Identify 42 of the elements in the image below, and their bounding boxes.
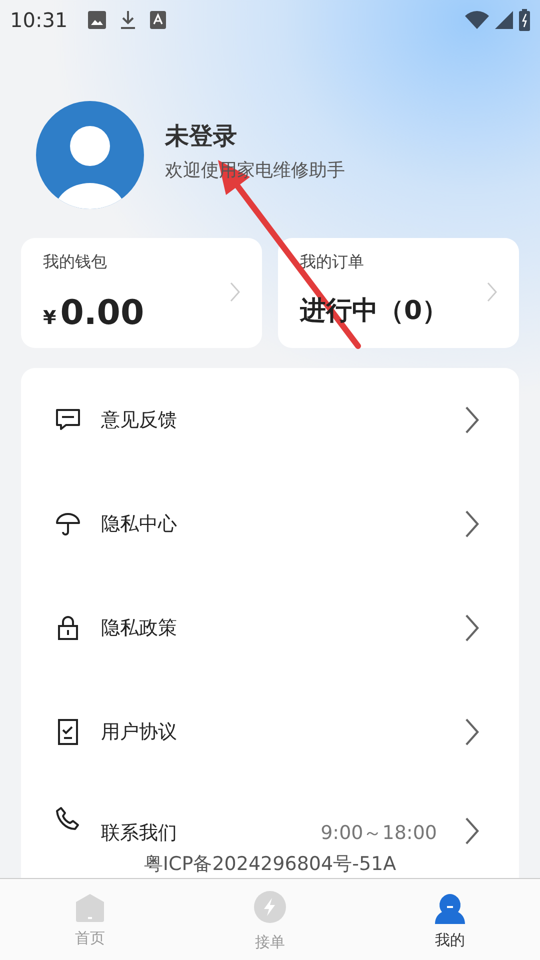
chevron-icon bbox=[465, 405, 479, 435]
person-icon bbox=[435, 893, 465, 925]
menu-item[interactable]: 联系我们 9:00～18:00 bbox=[21, 784, 519, 850]
menu-item[interactable]: 用户协议 bbox=[21, 680, 519, 784]
avatar-icon[interactable] bbox=[36, 101, 144, 209]
chevron-icon bbox=[487, 282, 497, 302]
chevron-icon bbox=[465, 509, 479, 539]
lightning-icon bbox=[254, 891, 286, 923]
umbrella-icon bbox=[55, 511, 81, 537]
menu-item[interactable]: 意见反馈 bbox=[21, 368, 519, 472]
download-icon bbox=[120, 10, 136, 30]
wallet-card[interactable]: 我的钱包 ¥0.00 bbox=[21, 238, 262, 348]
menu-item[interactable]: 隐私中心 bbox=[21, 472, 519, 576]
nav-tab[interactable]: 我的 bbox=[360, 879, 540, 960]
wifi-icon bbox=[465, 11, 489, 29]
icp-number: 粤ICP备2024296804号-51A bbox=[144, 852, 396, 877]
menu-label: 联系我们 bbox=[101, 821, 177, 846]
message-icon bbox=[55, 408, 81, 432]
menu-label: 隐私中心 bbox=[101, 512, 177, 537]
service-hours: 9:00～18:00 bbox=[320, 821, 437, 846]
chevron-icon bbox=[230, 282, 240, 302]
lock-icon bbox=[56, 615, 80, 641]
chevron-icon bbox=[465, 816, 479, 846]
image-icon bbox=[88, 11, 106, 29]
chevron-icon bbox=[465, 613, 479, 643]
menu-label: 用户协议 bbox=[101, 720, 177, 745]
status-time: 10:31 bbox=[10, 8, 68, 32]
chevron-icon bbox=[465, 717, 479, 747]
text-icon bbox=[150, 11, 166, 29]
card-label: 我的订单 bbox=[300, 252, 365, 273]
signal-icon bbox=[495, 11, 513, 29]
menu-label: 意见反馈 bbox=[101, 408, 177, 433]
home-icon bbox=[75, 893, 105, 923]
login-status[interactable]: 未登录 bbox=[165, 120, 345, 152]
document-icon bbox=[57, 718, 79, 746]
battery-icon bbox=[519, 9, 530, 31]
menu-label: 隐私政策 bbox=[101, 616, 177, 641]
currency-symbol: ¥ bbox=[43, 307, 56, 329]
card-label: 我的钱包 bbox=[43, 252, 108, 273]
balance-amount: 0.00 bbox=[60, 293, 144, 333]
phone-icon bbox=[55, 806, 81, 832]
menu-item[interactable]: 隐私政策 bbox=[21, 576, 519, 680]
